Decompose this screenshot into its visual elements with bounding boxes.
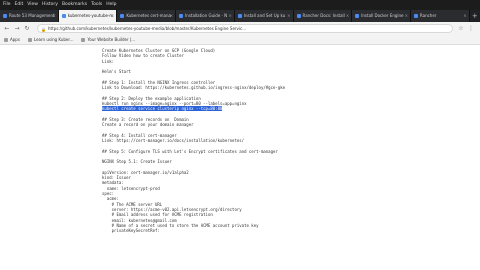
doc-line-text: Link: [102, 58, 115, 64]
address-text: https://github.com/kubernetes/kubernetes… [48, 26, 247, 31]
doc-line-text: ## Step 3: Create records on Domain [102, 116, 189, 122]
menu-bar: File Edit View History Bookmarks Tools Help [0, 0, 480, 10]
tab-label: Kubernetes cert-mana [126, 13, 171, 18]
doc-line-text: name: letsencrypt-prod [102, 185, 160, 191]
tab-favicon-icon [237, 14, 242, 18]
bookmark-item[interactable]: Apps [4, 35, 20, 44]
tab-favicon-icon [179, 14, 184, 18]
lock-icon: 🔒 [41, 27, 46, 32]
bookmark-label: Apps [10, 36, 20, 42]
bookmark-icon [4, 37, 8, 42]
bookmarks-bar: Apps Learn using Kuber... Your Website Bui… [0, 35, 480, 45]
menu-item-help[interactable]: Help [106, 2, 116, 7]
doc-line-text: privateKeySecretRef: [102, 228, 160, 234]
tab-strip: Route 53 Management × kubernetes-youtube-m… [0, 10, 480, 22]
bookmark-icon [27, 37, 32, 42]
doc-line-text: server: https://acme-v02.api.letsencrypt… [102, 206, 242, 212]
tab-label: Route 53 Management [9, 13, 55, 18]
tab-favicon-icon [3, 14, 7, 18]
tab-favicon-icon [355, 14, 360, 18]
tab-close-icon[interactable]: × [111, 10, 114, 22]
doc-line-text: Create Kubernetes Cluster on GCP (Google… [102, 48, 216, 53]
menu-item-history[interactable]: History [42, 2, 58, 7]
doc-line-text: Follow Video how to create Cluster [102, 53, 184, 59]
toolbar: ← → ↻ 🔒 https://github.com/kubernetes/ku… [0, 22, 480, 35]
star-icon[interactable]: ☆ [457, 25, 465, 33]
doc-line-text: kind: Issuer [102, 175, 131, 181]
menu-item-file[interactable]: File [3, 2, 11, 7]
doc-line: privateKeySecretRef: [102, 228, 382, 233]
browser-tab[interactable]: Rancher × [410, 10, 470, 22]
doc-line-text: # Email address used for ACME registrati… [102, 212, 213, 218]
doc-line-text: # The ACME server URL [102, 201, 163, 207]
doc-line-text: Link to Download: https://kubernetes.git… [102, 85, 286, 91]
bookmark-item[interactable]: Learn using Kuber... [27, 35, 74, 44]
doc-line-text: ## Step 2: Deploy the example applicatio… [102, 95, 201, 101]
doc-line-text: metadata: [102, 180, 124, 186]
document-text: Create Kubernetes Cluster on GCP (Google… [102, 48, 382, 233]
tab-favicon-icon [120, 14, 125, 18]
screen: File Edit View History Bookmarks Tools Help Ro… [0, 0, 480, 270]
menu-item-tools[interactable]: Tools [91, 2, 102, 7]
browser-tab[interactable]: Install Docker Engine × [352, 10, 411, 22]
browser-window: File Edit View History Bookmarks Tools Help Ro… [0, 0, 480, 270]
browser-tab[interactable]: Installation Guide · N × [176, 10, 235, 22]
doc-line-text: Create a record on your domain manager [102, 122, 194, 128]
tab-label: Install Docker Engine [361, 13, 404, 18]
doc-line-text: Helm's Start [102, 69, 131, 75]
bookmark-item[interactable]: Your Website Builder |... [81, 35, 135, 44]
tab-label: Rancher [419, 13, 437, 18]
browser-tab[interactable]: Kubernetes cert-mana × [117, 10, 177, 22]
selected-text: kubectl create service clusterip nginx -… [102, 106, 223, 112]
menu-icon[interactable]: ⋮ [467, 25, 475, 33]
browser-tab[interactable]: Route 53 Management × [0, 10, 59, 22]
address-bar[interactable]: 🔒 https://github.com/kubernetes/kubernet… [37, 24, 453, 33]
tab-favicon-icon [61, 14, 66, 18]
new-tab-icon[interactable]: + [470, 10, 480, 22]
tab-close-icon[interactable]: × [52, 10, 55, 22]
page-content: Create Kubernetes Cluster on GCP (Google… [0, 45, 480, 270]
tab-favicon-icon [296, 14, 301, 18]
doc-line-text: kubectl run nginx --image=nginx --port=8… [102, 100, 247, 106]
doc-line-text: apiVersion: cert-manager.io/v1alpha2 [102, 169, 189, 175]
doc-line-text: NGINX Step 5.1: Create Issuer [102, 159, 172, 165]
tab-close-icon[interactable]: × [228, 10, 231, 22]
bookmark-label: Your Website Builder |... [87, 36, 136, 42]
forward-icon[interactable]: → [13, 25, 21, 33]
menu-item-bookmarks[interactable]: Bookmarks [62, 2, 87, 7]
browser-tab[interactable]: Rancher Docs: Install × [293, 10, 353, 22]
reload-icon[interactable]: ↻ [23, 25, 31, 33]
tab-close-icon[interactable]: × [346, 10, 349, 22]
bookmark-label: Learn using Kuber... [33, 36, 74, 42]
doc-line-text: email: kubernetes@gmail.com [102, 217, 177, 223]
tab-label: Installation Guide · N [185, 13, 228, 18]
tab-label: Rancher Docs: Install [302, 13, 345, 18]
doc-line-text: ## Step 1: Install the NGINX Ingress con… [102, 79, 216, 85]
doc-line-text: ## Step 5: Configure TLS with Let's Encr… [102, 148, 278, 154]
tab-close-icon[interactable]: × [463, 10, 466, 22]
browser-tab[interactable]: kubernetes-youtube-m × [58, 10, 118, 22]
menu-item-edit[interactable]: Edit [15, 2, 24, 7]
tab-close-icon[interactable]: × [170, 10, 173, 22]
tab-favicon-icon [413, 14, 418, 18]
bookmark-icon [81, 37, 86, 42]
doc-line-text: acme: [102, 196, 119, 202]
tab-close-icon[interactable]: × [405, 10, 408, 22]
tab-close-icon[interactable]: × [287, 10, 290, 22]
tab-label: kubernetes-youtube-m [67, 13, 114, 18]
doc-line-text: Link: https://cert-manager.io/docs/insta… [102, 138, 245, 144]
browser-tab[interactable]: Install and Set Up ku × [234, 10, 294, 22]
back-icon[interactable]: ← [3, 25, 11, 33]
tab-label: Install and Set Up ku [243, 13, 286, 18]
doc-line-text: spec: [102, 191, 115, 197]
menu-item-view[interactable]: View [27, 2, 38, 7]
doc-line-text: # Name of a secret used to store the ACM… [102, 222, 259, 228]
doc-line-text: ## Step 4: Install cert-manager [102, 132, 177, 138]
